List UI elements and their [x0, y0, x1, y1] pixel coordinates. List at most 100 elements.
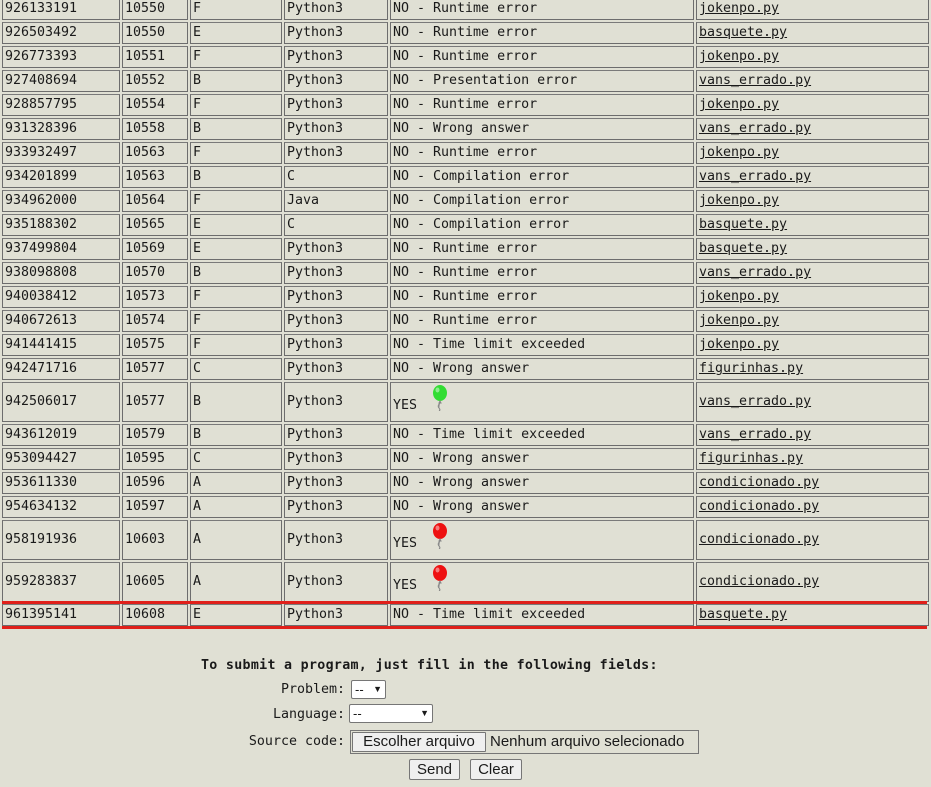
- choose-file-button[interactable]: Escolher arquivo: [352, 732, 486, 752]
- source-file-link[interactable]: jokenpo.py: [699, 289, 779, 304]
- source-file-link[interactable]: jokenpo.py: [699, 313, 779, 328]
- run-id-cell: 942506017: [2, 382, 120, 422]
- language-cell: Python3: [284, 472, 388, 494]
- source-file-link[interactable]: basquete.py: [699, 241, 787, 256]
- answer-cell: NO - Runtime error: [390, 286, 694, 308]
- answer-cell: NO - Compilation error: [390, 166, 694, 188]
- run-row: 931328396 10558 B Python3 NO - Wrong answer v…: [2, 118, 929, 140]
- answer-text: YES: [393, 398, 418, 413]
- source-file-cell: vans_errado.py: [696, 70, 929, 92]
- problem-letter-cell: E: [190, 214, 282, 236]
- form-title: To submit a program, just fill in the fo…: [201, 658, 658, 673]
- send-button[interactable]: Send: [409, 759, 460, 780]
- run-row: 953094427 10595 C Python3 NO - Wrong answer f…: [2, 448, 929, 470]
- source-file-link[interactable]: condicionado.py: [699, 475, 819, 490]
- run-id-cell: 961395141: [2, 604, 120, 626]
- problem-number-cell: 10563: [122, 166, 188, 188]
- run-id-cell: 933932497: [2, 142, 120, 164]
- source-file-cell: vans_errado.py: [696, 262, 929, 284]
- source-file-link[interactable]: vans_errado.py: [699, 394, 811, 409]
- source-file-link[interactable]: jokenpo.py: [699, 193, 779, 208]
- problem-number-cell: 10579: [122, 424, 188, 446]
- source-file-link[interactable]: jokenpo.py: [699, 145, 779, 160]
- answer-cell: NO - Runtime error: [390, 22, 694, 44]
- run-row: 940672613 10574 F Python3 NO - Runtime error…: [2, 310, 929, 332]
- problem-number-cell: 10595: [122, 448, 188, 470]
- source-file-link[interactable]: jokenpo.py: [699, 1, 779, 16]
- answer-cell: NO - Wrong answer: [390, 448, 694, 470]
- problem-letter-cell: F: [190, 334, 282, 356]
- source-file-link[interactable]: vans_errado.py: [699, 73, 811, 88]
- source-file-input[interactable]: Escolher arquivo Nenhum arquivo selecion…: [350, 730, 699, 754]
- problem-number-cell: 10558: [122, 118, 188, 140]
- problem-letter-cell: E: [190, 22, 282, 44]
- run-id-cell: 940672613: [2, 310, 120, 332]
- source-file-cell: jokenpo.py: [696, 94, 929, 116]
- source-file-link[interactable]: vans_errado.py: [699, 265, 811, 280]
- clear-button[interactable]: Clear: [470, 759, 522, 780]
- language-select[interactable]: -- ▼: [349, 704, 433, 723]
- problem-letter-cell: B: [190, 424, 282, 446]
- source-file-link[interactable]: jokenpo.py: [699, 97, 779, 112]
- source-file-cell: jokenpo.py: [696, 46, 929, 68]
- answer-text: YES: [393, 578, 418, 593]
- answer-cell: NO - Wrong answer: [390, 472, 694, 494]
- source-file-link[interactable]: condicionado.py: [699, 532, 819, 547]
- problem-number-cell: 10596: [122, 472, 188, 494]
- problem-number-cell: 10550: [122, 22, 188, 44]
- source-file-link[interactable]: condicionado.py: [699, 574, 819, 589]
- answer-cell: YES: [390, 520, 694, 560]
- problem-number-cell: 10569: [122, 238, 188, 260]
- problem-letter-cell: B: [190, 118, 282, 140]
- answer-cell: NO - Wrong answer: [390, 118, 694, 140]
- answer-cell: NO - Time limit exceeded: [390, 424, 694, 446]
- source-file-link[interactable]: basquete.py: [699, 607, 787, 622]
- problem-number-cell: 10552: [122, 70, 188, 92]
- source-file-link[interactable]: vans_errado.py: [699, 169, 811, 184]
- source-file-cell: condicionado.py: [696, 562, 929, 602]
- answer-cell: NO - Runtime error: [390, 142, 694, 164]
- problem-number-cell: 10575: [122, 334, 188, 356]
- source-file-link[interactable]: figurinhas.py: [699, 451, 803, 466]
- source-file-cell: vans_errado.py: [696, 424, 929, 446]
- source-file-link[interactable]: vans_errado.py: [699, 121, 811, 136]
- source-file-cell: figurinhas.py: [696, 448, 929, 470]
- run-row: 926133191 10550 F Python3 NO - Runtime error…: [2, 0, 929, 20]
- run-row: 942506017 10577 B Python3 YES vans_errado.py: [2, 382, 929, 422]
- problem-number-cell: 10603: [122, 520, 188, 560]
- language-cell: Java: [284, 190, 388, 212]
- problem-letter-cell: B: [190, 382, 282, 422]
- source-file-link[interactable]: vans_errado.py: [699, 427, 811, 442]
- source-file-link[interactable]: basquete.py: [699, 217, 787, 232]
- source-file-cell: basquete.py: [696, 238, 929, 260]
- problem-number-cell: 10554: [122, 94, 188, 116]
- source-file-link[interactable]: figurinhas.py: [699, 361, 803, 376]
- problem-number-cell: 10577: [122, 358, 188, 380]
- language-cell: Python3: [284, 46, 388, 68]
- source-file-link[interactable]: jokenpo.py: [699, 49, 779, 64]
- answer-cell: NO - Runtime error: [390, 0, 694, 20]
- language-select-value: --: [353, 706, 362, 721]
- source-file-link[interactable]: jokenpo.py: [699, 337, 779, 352]
- run-id-cell: 942471716: [2, 358, 120, 380]
- language-cell: Python3: [284, 562, 388, 602]
- run-id-cell: 937499804: [2, 238, 120, 260]
- run-row: 934962000 10564 F Java NO - Compilation erro…: [2, 190, 929, 212]
- problem-letter-cell: B: [190, 262, 282, 284]
- language-cell: Python3: [284, 334, 388, 356]
- problem-number-cell: 10608: [122, 604, 188, 626]
- run-id-cell: 931328396: [2, 118, 120, 140]
- problem-letter-cell: E: [190, 604, 282, 626]
- source-file-link[interactable]: basquete.py: [699, 25, 787, 40]
- language-cell: Python3: [284, 142, 388, 164]
- source-file-cell: jokenpo.py: [696, 0, 929, 20]
- problem-number-cell: 10573: [122, 286, 188, 308]
- run-id-cell: 934201899: [2, 166, 120, 188]
- problem-number-cell: 10597: [122, 496, 188, 518]
- highlight-line-top: [2, 601, 927, 604]
- problem-select[interactable]: -- ▼: [351, 680, 386, 699]
- problem-number-cell: 10570: [122, 262, 188, 284]
- source-file-link[interactable]: condicionado.py: [699, 499, 819, 514]
- run-row: 961395141 10608 E Python3 NO - Time limit ex…: [2, 604, 929, 626]
- source-code-label: Source code:: [248, 734, 345, 749]
